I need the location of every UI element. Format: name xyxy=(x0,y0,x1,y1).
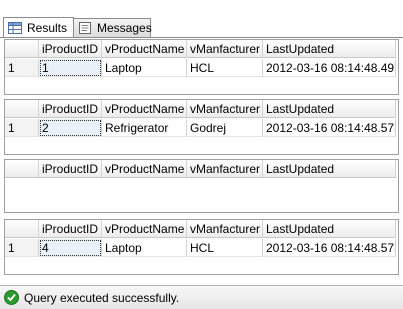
column-header-lastupdated[interactable]: LastUpdated xyxy=(263,220,396,238)
tab-results[interactable]: Results xyxy=(3,17,74,37)
result-grid-4[interactable]: iProductID vProductName vManfacturer Las… xyxy=(4,219,399,275)
grid-header: iProductID vProductName vManfacturer Las… xyxy=(5,100,396,118)
table-row[interactable]: 1 1 Laptop HCL 2012-03-16 08:14:48.497 xyxy=(5,59,396,77)
grid-header: iProductID vProductName vManfacturer Las… xyxy=(5,160,396,178)
cell-vmanfacturer[interactable]: HCL xyxy=(187,59,263,77)
tab-results-label: Results xyxy=(27,20,68,35)
column-header-vproductname[interactable]: vProductName xyxy=(102,100,187,118)
results-tabbar: Results Messages xyxy=(0,0,403,38)
column-header-vproductname[interactable]: vProductName xyxy=(102,160,187,178)
cell-vmanfacturer[interactable]: HCL xyxy=(187,239,263,257)
cell-vproductname[interactable]: Laptop xyxy=(102,59,187,77)
grid-icon xyxy=(8,21,22,34)
cell-vproductname[interactable]: Refrigerator xyxy=(102,119,187,137)
tab-messages-label: Messages xyxy=(97,21,152,35)
column-header-vmanfacturer[interactable]: vManfacturer xyxy=(187,40,263,58)
cell-iproductid[interactable]: 4 xyxy=(39,239,102,257)
result-grid-2[interactable]: iProductID vProductName vManfacturer Las… xyxy=(4,99,399,155)
column-header-vmanfacturer[interactable]: vManfacturer xyxy=(187,100,263,118)
grid-header: iProductID vProductName vManfacturer Las… xyxy=(5,220,396,238)
column-header-iproductid[interactable]: iProductID xyxy=(39,160,102,178)
header-corner[interactable] xyxy=(5,40,39,58)
header-corner[interactable] xyxy=(5,160,39,178)
column-header-iproductid[interactable]: iProductID xyxy=(39,40,102,58)
grid-header: iProductID vProductName vManfacturer Las… xyxy=(5,40,396,58)
column-header-iproductid[interactable]: iProductID xyxy=(39,220,102,238)
row-number[interactable]: 1 xyxy=(5,119,39,137)
cell-vmanfacturer[interactable]: Godrej xyxy=(187,119,263,137)
column-header-iproductid[interactable]: iProductID xyxy=(39,100,102,118)
row-number[interactable]: 1 xyxy=(5,59,39,77)
column-header-vproductname[interactable]: vProductName xyxy=(102,220,187,238)
column-header-vproductname[interactable]: vProductName xyxy=(102,40,187,58)
status-text: Query executed successfully. xyxy=(24,290,180,305)
result-grid-3[interactable]: iProductID vProductName vManfacturer Las… xyxy=(4,159,399,213)
cell-iproductid[interactable]: 1 xyxy=(39,59,102,77)
table-row[interactable]: 1 2 Refrigerator Godrej 2012-03-16 08:14… xyxy=(5,119,396,137)
cell-lastupdated[interactable]: 2012-03-16 08:14:48.573 xyxy=(263,119,396,137)
result-grid-1[interactable]: iProductID vProductName vManfacturer Las… xyxy=(4,39,399,95)
cell-lastupdated[interactable]: 2012-03-16 08:14:48.573 xyxy=(263,239,396,257)
tab-messages[interactable]: Messages xyxy=(73,18,152,37)
row-number[interactable]: 1 xyxy=(5,239,39,257)
column-header-lastupdated[interactable]: LastUpdated xyxy=(263,40,396,58)
header-corner[interactable] xyxy=(5,220,39,238)
column-header-vmanfacturer[interactable]: vManfacturer xyxy=(187,220,263,238)
cell-vproductname[interactable]: Laptop xyxy=(102,239,187,257)
results-pane: iProductID vProductName vManfacturer Las… xyxy=(0,38,403,285)
cell-iproductid[interactable]: 2 xyxy=(39,119,102,137)
success-check-icon xyxy=(4,290,19,305)
header-corner[interactable] xyxy=(5,100,39,118)
messages-icon xyxy=(78,22,92,34)
query-status-bar: Query executed successfully. xyxy=(0,285,403,309)
column-header-lastupdated[interactable]: LastUpdated xyxy=(263,160,396,178)
column-header-lastupdated[interactable]: LastUpdated xyxy=(263,100,396,118)
table-row[interactable]: 1 4 Laptop HCL 2012-03-16 08:14:48.573 xyxy=(5,239,396,257)
column-header-vmanfacturer[interactable]: vManfacturer xyxy=(187,160,263,178)
cell-lastupdated[interactable]: 2012-03-16 08:14:48.497 xyxy=(263,59,396,77)
